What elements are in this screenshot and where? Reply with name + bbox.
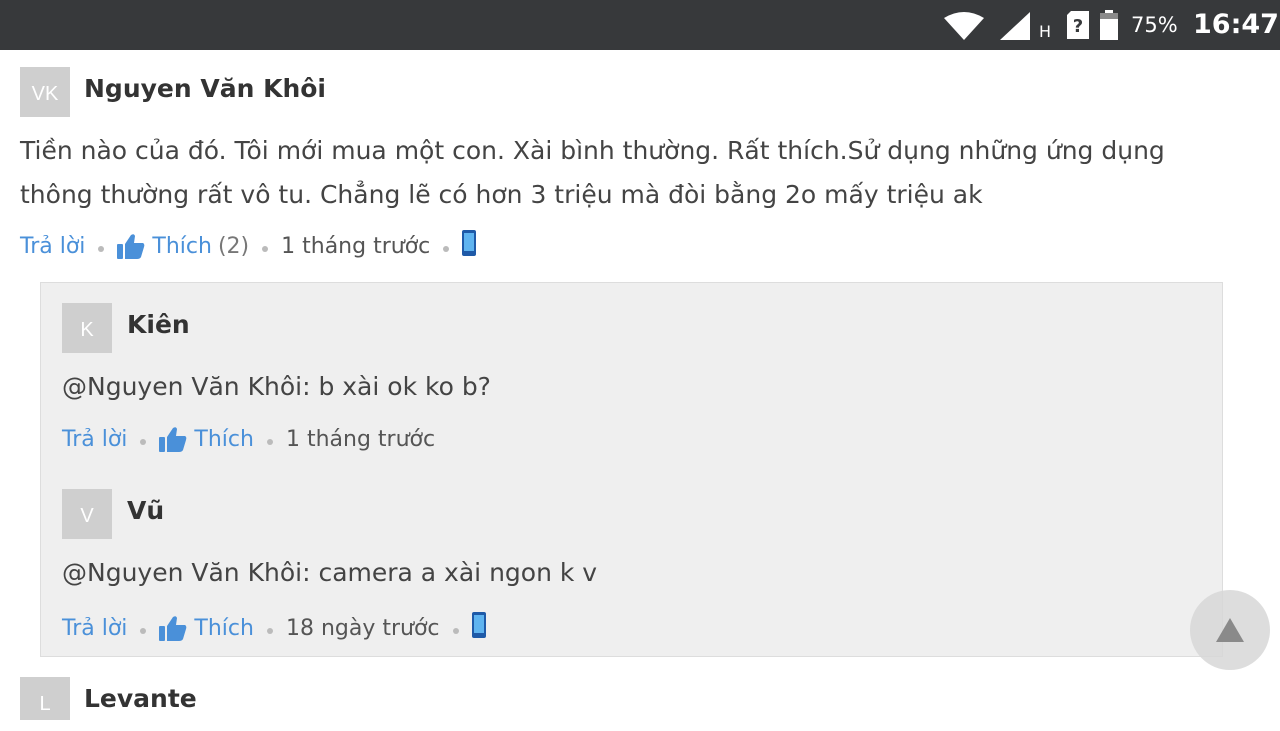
comment-author[interactable]: Levante [84,684,197,713]
avatar: VK [20,67,70,117]
like-label: Thích [194,426,254,452]
avatar: L [20,677,70,720]
like-button[interactable]: Thích [159,426,254,452]
reply-actions: Trả lời Thích 1 tháng trước [62,426,435,452]
scroll-to-top-button[interactable] [1190,590,1270,670]
reply-text: @Nguyen Văn Khôi: camera a xài ngon k v [62,558,598,587]
thumbs-up-icon [159,427,187,452]
comment-time: 1 tháng trước [281,233,431,259]
separator-dot [262,246,269,252]
separator-dot [266,439,273,445]
svg-text:?: ? [1073,16,1083,37]
network-type-label: H [1039,22,1052,41]
phone-icon [471,612,486,644]
signal-icon [1000,12,1030,44]
comment-author[interactable]: Nguyen Văn Khôi [84,74,326,103]
like-button[interactable]: Thích [159,615,254,641]
thumbs-up-icon [117,234,145,259]
comment-text: Tiền nào của đó. Tôi mới mua một con. Xà… [20,129,1260,217]
like-count: (2) [217,233,250,259]
reply-author[interactable]: Vũ [127,496,164,525]
reply-actions: Trả lời Thích 18 ngày trước [62,612,486,644]
comment-text-line: Tiền nào của đó. Tôi mới mua một con. Xà… [20,136,1165,165]
reply-author[interactable]: Kiên [127,310,190,339]
separator-dot [140,628,147,634]
like-label: Thích [152,233,212,259]
separator-dot [452,628,459,634]
reply-link[interactable]: Trả lời [62,427,127,452]
replies-container: K Kiên @Nguyen Văn Khôi: b xài ok ko b? … [40,282,1223,657]
thumbs-up-icon [159,616,187,641]
reply-time: 1 tháng trước [285,426,436,452]
reply-link[interactable]: Trả lời [20,234,85,259]
reply-link[interactable]: Trả lời [62,616,127,641]
status-bar: H ? 75% 16:47 [0,0,1280,50]
battery-icon [1099,10,1119,44]
sim-unknown-icon: ? [1067,11,1089,43]
reply-text: @Nguyen Văn Khôi: b xài ok ko b? [62,372,491,401]
separator-dot [140,439,147,445]
avatar: V [62,489,112,539]
like-label: Thích [194,615,254,641]
wifi-icon [944,12,984,44]
clock-time: 16:47 [1193,9,1279,40]
avatar: K [62,303,112,353]
battery-percent: 75% [1131,13,1178,37]
comment-text-line: thông thường rất vô tu. Chẳng lẽ có hơn … [20,180,983,209]
reply-time: 18 ngày trước [285,615,440,641]
arrow-up-icon [1216,618,1244,642]
comment-actions: Trả lời Thích (2) 1 tháng trước [20,230,477,262]
like-button[interactable]: Thích [117,233,212,259]
phone-icon [462,230,477,262]
separator-dot [98,246,105,252]
separator-dot [443,246,450,252]
separator-dot [266,628,273,634]
